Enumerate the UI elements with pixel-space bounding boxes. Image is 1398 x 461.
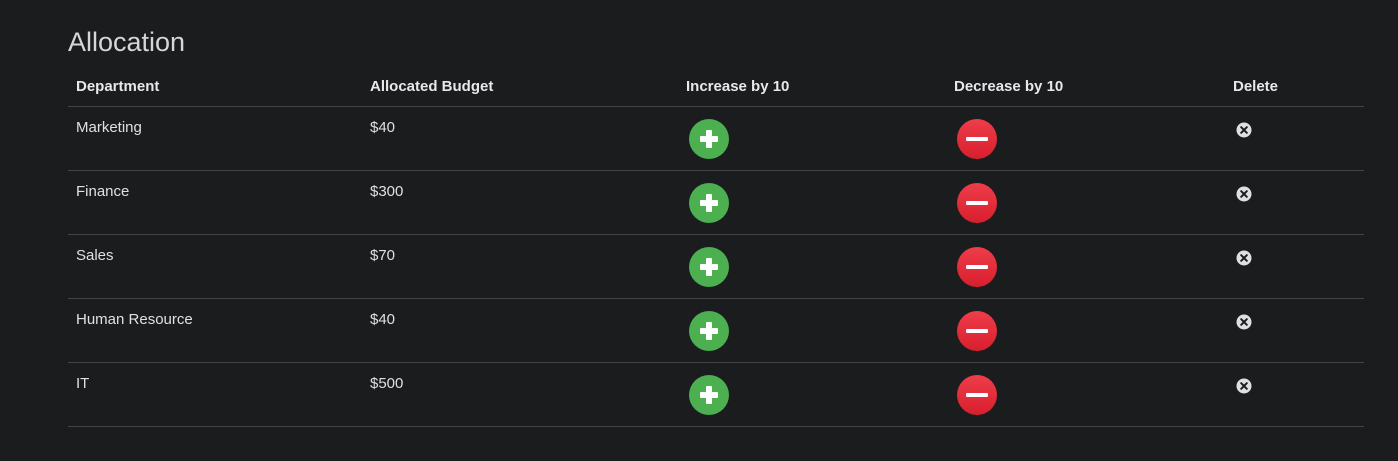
minus-icon <box>966 329 988 333</box>
department-cell: Finance <box>68 170 362 235</box>
allocation-table: Department Allocated Budget Increase by … <box>68 66 1364 427</box>
increase-cell <box>678 362 946 427</box>
department-cell: Marketing <box>68 106 362 171</box>
column-header-department: Department <box>68 66 362 107</box>
budget-cell: $40 <box>362 106 678 171</box>
table-row: IT $500 <box>68 362 1364 427</box>
budget-cell: $300 <box>362 170 678 235</box>
decrease-cell <box>946 170 1225 235</box>
column-header-budget: Allocated Budget <box>362 66 678 107</box>
increase-cell <box>678 298 946 363</box>
plus-icon <box>700 386 718 404</box>
budget-cell: $500 <box>362 362 678 427</box>
decrease-button[interactable] <box>957 247 997 287</box>
delete-x-circle-icon[interactable] <box>1236 378 1252 394</box>
increase-button[interactable] <box>689 119 729 159</box>
budget-cell: $70 <box>362 234 678 299</box>
allocated-budget: $70 <box>370 247 396 264</box>
decrease-button[interactable] <box>957 311 997 351</box>
table-row: Marketing $40 <box>68 106 1364 171</box>
increase-button[interactable] <box>689 183 729 223</box>
delete-cell <box>1225 106 1364 171</box>
decrease-cell <box>946 234 1225 299</box>
department-name: IT <box>76 375 90 392</box>
delete-cell <box>1225 298 1364 363</box>
department-name: Human Resource <box>76 311 193 328</box>
increase-button[interactable] <box>689 247 729 287</box>
plus-icon <box>700 322 718 340</box>
department-name: Finance <box>76 183 130 200</box>
decrease-button[interactable] <box>957 375 997 415</box>
allocated-budget: $300 <box>370 183 404 200</box>
minus-icon <box>966 201 988 205</box>
delete-cell <box>1225 170 1364 235</box>
delete-x-circle-icon[interactable] <box>1236 314 1252 330</box>
delete-x-circle-icon[interactable] <box>1236 186 1252 202</box>
column-header-delete: Delete <box>1225 66 1364 107</box>
table-row: Human Resource $40 <box>68 298 1364 363</box>
decrease-cell <box>946 298 1225 363</box>
decrease-button[interactable] <box>957 183 997 223</box>
decrease-cell <box>946 106 1225 171</box>
increase-button[interactable] <box>689 311 729 351</box>
column-header-increase: Increase by 10 <box>678 66 946 107</box>
increase-button[interactable] <box>689 375 729 415</box>
table-row: Finance $300 <box>68 170 1364 235</box>
page-title: Allocation <box>68 27 186 57</box>
delete-cell <box>1225 234 1364 299</box>
decrease-button[interactable] <box>957 119 997 159</box>
allocated-budget: $40 <box>370 311 396 328</box>
delete-cell <box>1225 362 1364 427</box>
column-header-decrease: Decrease by 10 <box>946 66 1225 107</box>
minus-icon <box>966 265 988 269</box>
allocation-section: Allocation Department Allocated Budget I… <box>68 0 1364 427</box>
department-cell: IT <box>68 362 362 427</box>
decrease-cell <box>946 362 1225 427</box>
table-body: Marketing $40 Finance $300 Sales $70 Hum… <box>68 106 1364 427</box>
delete-x-circle-icon[interactable] <box>1236 250 1252 266</box>
increase-cell <box>678 170 946 235</box>
minus-icon <box>966 137 988 141</box>
allocated-budget: $500 <box>370 375 404 392</box>
plus-icon <box>700 258 718 276</box>
department-name: Sales <box>76 247 114 264</box>
table-header-row: Department Allocated Budget Increase by … <box>68 66 1364 107</box>
increase-cell <box>678 106 946 171</box>
department-name: Marketing <box>76 119 142 136</box>
allocated-budget: $40 <box>370 119 396 136</box>
delete-x-circle-icon[interactable] <box>1236 122 1252 138</box>
plus-icon <box>700 130 718 148</box>
department-cell: Sales <box>68 234 362 299</box>
department-cell: Human Resource <box>68 298 362 363</box>
plus-icon <box>700 194 718 212</box>
minus-icon <box>966 393 988 397</box>
table-row: Sales $70 <box>68 234 1364 299</box>
budget-cell: $40 <box>362 298 678 363</box>
increase-cell <box>678 234 946 299</box>
